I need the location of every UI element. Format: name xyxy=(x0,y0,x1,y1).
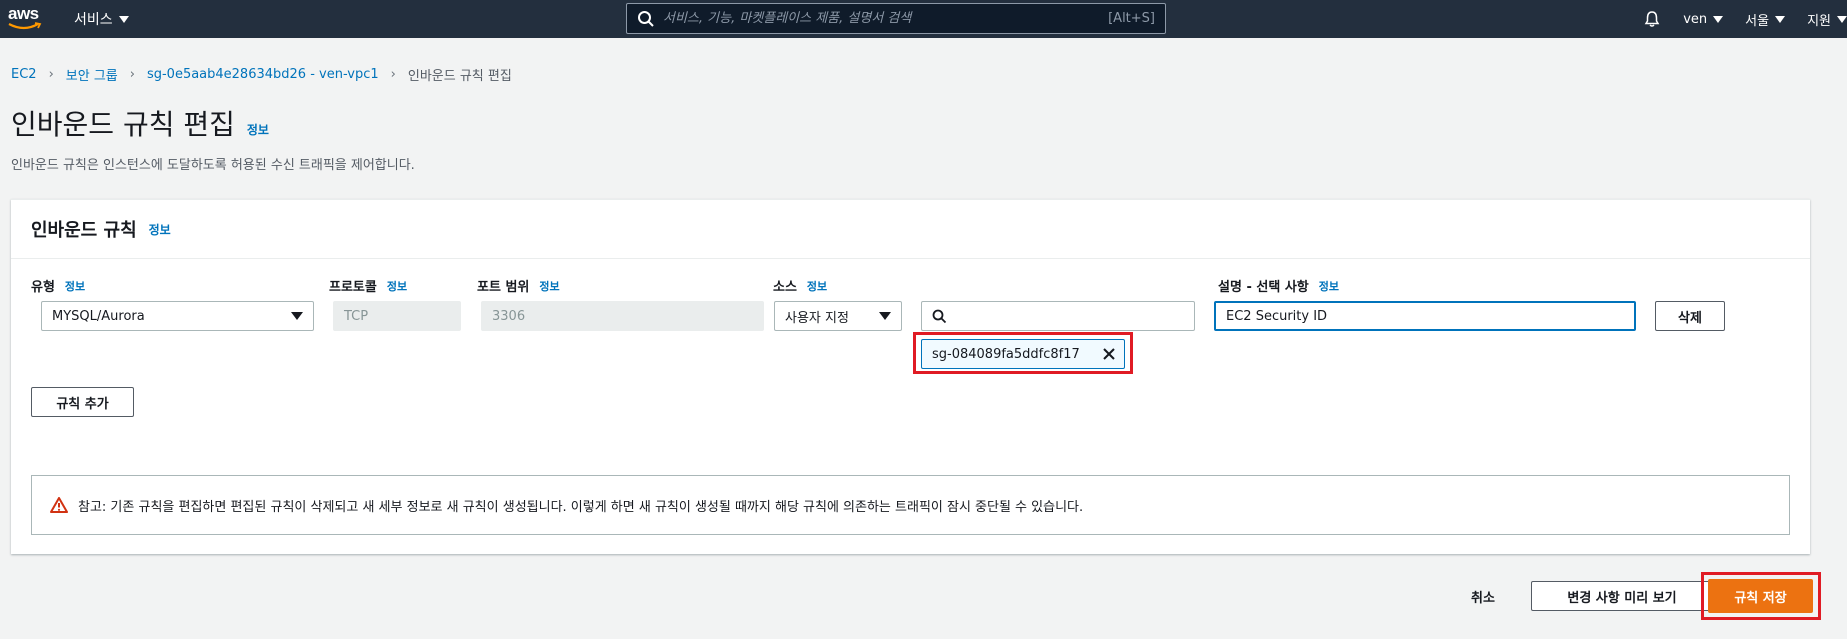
caret-down-icon xyxy=(291,312,303,320)
description-value: EC2 Security ID xyxy=(1226,308,1328,324)
nav-right: ven 서울 지원 xyxy=(1643,0,1847,38)
protocol-label: 프로토콜 정보 xyxy=(329,276,407,296)
user-label: ven xyxy=(1683,11,1708,27)
type-label: 유형 정보 xyxy=(31,276,85,296)
page-title-text: 인바운드 규칙 편집 xyxy=(11,108,235,141)
caret-down-icon xyxy=(879,312,891,320)
chevron-right-icon: › xyxy=(129,67,135,82)
port-range-info-link[interactable]: 정보 xyxy=(539,278,559,294)
search-shortcut: [Alt+S] xyxy=(1108,11,1155,26)
services-label: 서비스 xyxy=(74,12,113,28)
warning-alert: 참고: 기존 규칙을 편집하면 편집된 규칙이 삭제되고 새 세부 정보로 새 … xyxy=(31,475,1790,535)
user-menu[interactable]: ven xyxy=(1683,11,1724,27)
description-info-link[interactable]: 정보 xyxy=(1319,278,1339,294)
type-select[interactable]: MYSQL/Aurora xyxy=(41,301,314,331)
breadcrumb: EC2 › 보안 그룹 › sg-0e5aab4e28634bd26 - ven… xyxy=(11,65,512,84)
aws-logo[interactable]: aws xyxy=(6,4,44,32)
description-label-text: 설명 - 선택 사항 xyxy=(1218,280,1309,295)
chevron-down-icon xyxy=(1713,15,1724,23)
support-label: 지원 xyxy=(1807,13,1831,29)
port-range-field: 3306 xyxy=(481,301,764,331)
add-rule-button[interactable]: 규칙 추가 xyxy=(31,387,134,417)
description-input[interactable]: EC2 Security ID xyxy=(1214,301,1636,331)
inbound-rules-panel: 인바운드 규칙 정보 유형 정보 프로토콜 정보 포트 범위 정보 소스 정보 … xyxy=(11,199,1810,554)
save-rules-label: 규칙 저장 xyxy=(1734,590,1787,606)
source-label-text: 소스 xyxy=(773,280,797,295)
type-value: MYSQL/Aurora xyxy=(52,308,145,324)
type-info-link[interactable]: 정보 xyxy=(65,278,85,294)
chevron-down-icon xyxy=(1775,15,1786,23)
breadcrumb-security-groups[interactable]: 보안 그룹 xyxy=(66,65,118,84)
panel-info-link[interactable]: 정보 xyxy=(149,221,171,238)
search-icon xyxy=(932,309,947,323)
aws-smile-icon xyxy=(8,22,42,30)
search-icon xyxy=(638,10,654,27)
chevron-right-icon: › xyxy=(390,67,396,82)
port-range-label: 포트 범위 정보 xyxy=(477,276,560,296)
cancel-label: 취소 xyxy=(1471,590,1495,606)
preview-changes-label: 변경 사항 미리 보기 xyxy=(1567,590,1677,606)
protocol-info-link[interactable]: 정보 xyxy=(387,278,407,294)
source-token-label: sg-084089fa5ddfc8f17 xyxy=(932,346,1080,362)
chevron-right-icon: › xyxy=(48,67,54,82)
page-title: 인바운드 규칙 편집 정보 xyxy=(11,103,269,143)
add-rule-label: 규칙 추가 xyxy=(56,396,109,412)
source-type-value: 사용자 지정 xyxy=(785,310,849,326)
breadcrumb-ec2[interactable]: EC2 xyxy=(11,67,37,82)
type-label-text: 유형 xyxy=(31,280,55,295)
region-label: 서울 xyxy=(1745,13,1770,29)
protocol-field: TCP xyxy=(333,301,461,331)
protocol-label-text: 프로토콜 xyxy=(329,280,377,295)
delete-rule-label: 삭제 xyxy=(1678,310,1702,326)
services-menu[interactable]: 서비스 xyxy=(74,9,129,29)
chevron-down-icon xyxy=(118,15,129,23)
region-menu[interactable]: 서울 xyxy=(1745,10,1786,29)
source-info-link[interactable]: 정보 xyxy=(807,278,827,294)
page-description: 인바운드 규칙은 인스턴스에 도달하도록 허용된 수신 트래픽을 제어합니다. xyxy=(11,158,415,173)
chevron-down-icon xyxy=(1837,15,1847,23)
support-menu[interactable]: 지원 xyxy=(1807,10,1847,29)
global-search[interactable]: [Alt+S] xyxy=(626,3,1166,34)
cancel-button[interactable]: 취소 xyxy=(1453,581,1513,611)
panel-header: 인바운드 규칙 정보 xyxy=(11,200,1810,259)
panel-title: 인바운드 규칙 xyxy=(31,220,137,241)
warning-icon xyxy=(50,497,68,513)
breadcrumb-security-group[interactable]: sg-0e5aab4e28634bd26 - ven-vpc1 xyxy=(147,67,379,82)
bell-icon[interactable] xyxy=(1643,10,1661,28)
warning-text: 참고: 기존 규칙을 편집하면 편집된 규칙이 삭제되고 새 세부 정보로 새 … xyxy=(78,499,1084,515)
port-range-label-text: 포트 범위 xyxy=(477,280,530,295)
top-navigation: aws 서비스 [Alt+S] ven 서울 지원 xyxy=(0,0,1847,38)
page-info-link[interactable]: 정보 xyxy=(247,121,269,138)
save-rules-button[interactable]: 규칙 저장 xyxy=(1708,579,1813,613)
close-icon[interactable] xyxy=(1102,347,1116,361)
aws-logo-text: aws xyxy=(8,4,39,23)
source-type-select[interactable]: 사용자 지정 xyxy=(774,301,902,331)
breadcrumb-current: 인바운드 규칙 편집 xyxy=(407,69,512,84)
description-label: 설명 - 선택 사항 정보 xyxy=(1218,276,1339,296)
protocol-value: TCP xyxy=(344,308,369,324)
source-label: 소스 정보 xyxy=(773,276,827,296)
search-input[interactable] xyxy=(655,11,1109,26)
port-value: 3306 xyxy=(492,308,526,324)
preview-changes-button[interactable]: 변경 사항 미리 보기 xyxy=(1531,581,1713,611)
delete-rule-button[interactable]: 삭제 xyxy=(1655,301,1725,331)
source-search-input[interactable] xyxy=(921,301,1195,331)
source-token: sg-084089fa5ddfc8f17 xyxy=(921,339,1125,369)
